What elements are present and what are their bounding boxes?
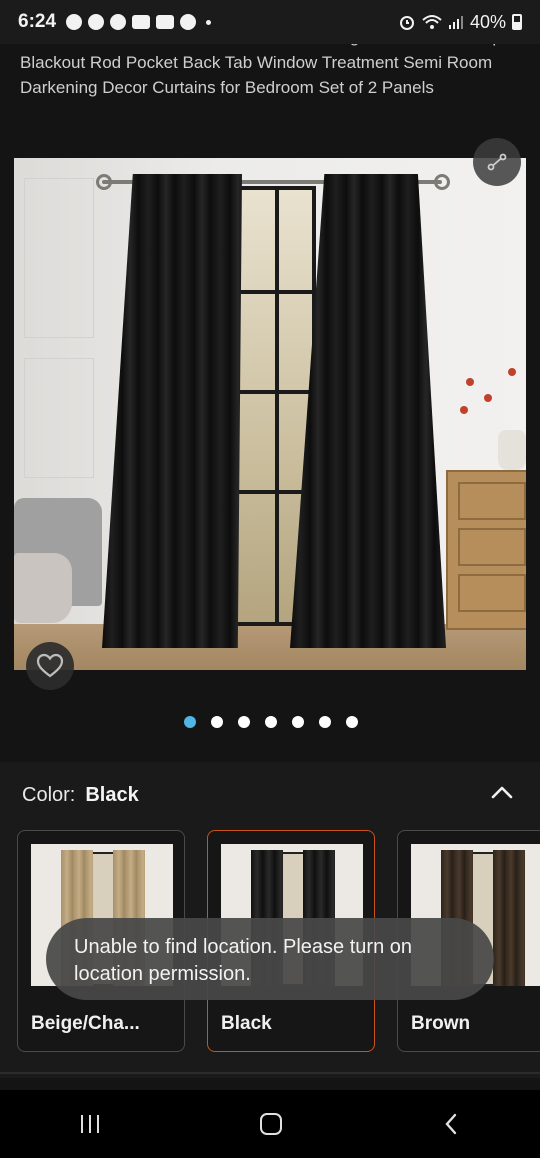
- pagination-dot[interactable]: [184, 716, 196, 728]
- snapchat-icon: [88, 14, 105, 30]
- image-pagination[interactable]: [184, 716, 358, 728]
- rod-finial: [434, 174, 450, 190]
- pagination-dot[interactable]: [319, 716, 331, 728]
- status-bar: 6:24 40%: [0, 0, 540, 44]
- alarm-icon: [399, 16, 414, 30]
- heart-icon: [36, 653, 64, 678]
- image-floor: [14, 624, 526, 670]
- status-system-icons: 40%: [398, 12, 522, 33]
- color-option-label: Brown: [411, 1013, 471, 1034]
- color-label: Color:: [22, 784, 76, 806]
- pagination-dot[interactable]: [265, 716, 277, 728]
- share-button[interactable]: [473, 138, 521, 186]
- system-nav-bar: [0, 1090, 540, 1158]
- battery-icon: [512, 14, 522, 30]
- section-divider: [0, 1072, 540, 1074]
- dot-icon: [206, 19, 212, 25]
- home-button[interactable]: [259, 1113, 282, 1135]
- status-notification-icons: [66, 14, 212, 30]
- pagination-dot[interactable]: [292, 716, 304, 728]
- location-toast: Unable to find location. Please turn on …: [46, 918, 494, 1000]
- product-image[interactable]: [14, 158, 526, 670]
- color-option-label: Beige/Cha...: [31, 1013, 140, 1034]
- share-icon: [487, 153, 507, 171]
- image-dresser: [446, 470, 526, 630]
- wall-panel: [24, 178, 94, 338]
- pinterest-icon: [180, 14, 197, 30]
- pagination-dot[interactable]: [238, 716, 250, 728]
- wifi-icon: [422, 15, 442, 29]
- image-blanket: [14, 553, 72, 623]
- wall-panel: [24, 358, 94, 478]
- pagination-dot[interactable]: [346, 716, 358, 728]
- color-header: Color: Black: [22, 784, 139, 807]
- messenger-icon: [66, 14, 83, 30]
- battery-percent: 40%: [469, 11, 506, 32]
- signal-icon: [448, 16, 463, 29]
- temu-icon: [156, 15, 175, 29]
- wishlist-button[interactable]: [26, 642, 74, 690]
- status-time: 6:24: [18, 11, 57, 32]
- chat-icon: [110, 14, 127, 30]
- pagination-dot[interactable]: [211, 716, 223, 728]
- chevron-up-icon[interactable]: [490, 782, 514, 802]
- image-vase: [498, 430, 526, 470]
- back-button[interactable]: [443, 1112, 459, 1136]
- recents-button[interactable]: [80, 1115, 99, 1133]
- voicemail-icon: [132, 15, 151, 29]
- color-option-label: Black: [221, 1013, 272, 1034]
- rod-finial: [96, 174, 112, 190]
- color-selected-value: Black: [85, 784, 139, 806]
